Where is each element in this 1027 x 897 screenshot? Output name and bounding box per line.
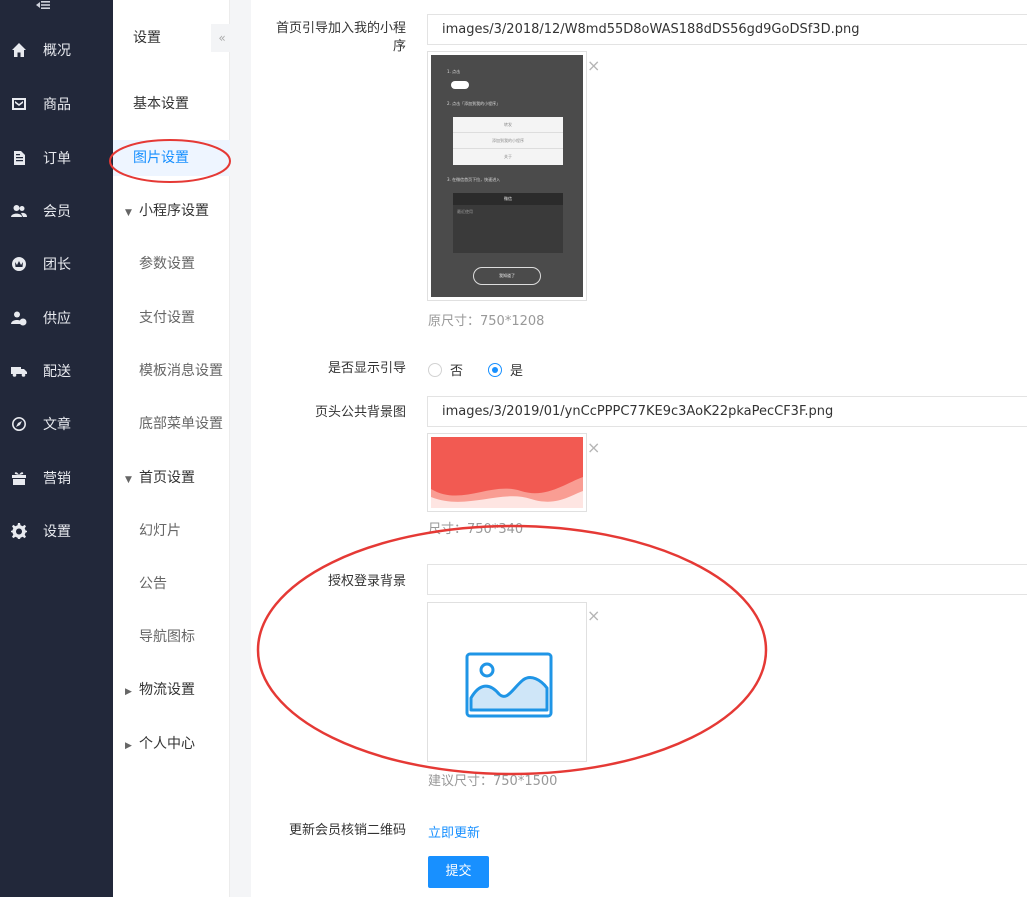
submit-button[interactable]: 提交 (428, 856, 489, 888)
guide-image-size-hint: 原尺寸：750*1208 (428, 314, 545, 329)
main-sidebar: 概况 商品 订单 会员 团长 供应 配送 文章 营销 设置 (0, 0, 113, 897)
subnav-group-miniprogram[interactable]: ▼ 小程序设置 (113, 193, 230, 229)
truck-icon (11, 363, 27, 379)
guide-step2-text: 2. 点击「添加到我的小程序」 (447, 101, 501, 106)
nav-item-label: 会员 (43, 204, 71, 220)
guide-image-preview: 1. 点击 2. 点击「添加到我的小程序」 转发 添加到我的小程序 关于 3. … (431, 55, 583, 297)
qrcode-label: 更新会员核销二维码 (288, 823, 406, 838)
header-bg-label: 页头公共背景图 (314, 405, 406, 420)
nav-item-label: 团长 (43, 257, 71, 273)
nav-item-marketing[interactable]: 营销 (0, 460, 113, 496)
subnav-header: 设置 « (113, 14, 233, 58)
members-icon (11, 203, 27, 219)
radio-no-label: 否 (450, 364, 464, 379)
nav-item-label: 设置 (43, 524, 71, 540)
order-icon (11, 150, 27, 166)
menu-toggle-icon[interactable] (36, 0, 58, 12)
caret-down-icon: ▼ (125, 208, 132, 218)
image-placeholder (431, 606, 583, 758)
guide-chat-hint: 最近使用 (457, 209, 473, 214)
nav-item-supplier[interactable]: 供应 (0, 300, 113, 336)
nav-item-settings[interactable]: 设置 (0, 513, 113, 549)
guide-step3-text: 3. 在微信首页下拉，快速进入 (447, 177, 501, 182)
guide-chat-box: 微信 最近使用 (453, 193, 563, 253)
nav-item-leader[interactable]: 团长 (0, 246, 113, 282)
nav-item-goods[interactable]: 商品 (0, 86, 113, 122)
subnav-group-profile[interactable]: ▶ 个人中心 (113, 726, 230, 762)
subnav-group-logistics[interactable]: ▶ 物流设置 (113, 672, 230, 708)
settings-subnav: 设置 « 基本设置 图片设置 ▼ 小程序设置 参数设置 支付设置 模板消息设置 底… (113, 0, 233, 897)
close-icon[interactable]: × (587, 440, 600, 456)
radio-no[interactable]: 否 (428, 360, 463, 379)
radio-yes-label: 是 (510, 364, 524, 379)
nav-item-label: 文章 (43, 417, 71, 433)
supplier-icon (11, 310, 27, 326)
guide-menu-item: 添加到我的小程序 (453, 133, 563, 149)
header-bg-path-input[interactable]: images/3/2019/01/ynCcPPPC77KE9c3AoK22pka… (427, 396, 1027, 427)
guide-image-thumbnail[interactable]: 1. 点击 2. 点击「添加到我的小程序」 转发 添加到我的小程序 关于 3. … (427, 51, 587, 301)
subnav-item-nav-icons[interactable]: 导航图标 (113, 619, 230, 655)
caret-right-icon: ▶ (125, 741, 132, 751)
subnav-group-label: 个人中心 (139, 736, 195, 752)
close-icon[interactable]: × (587, 58, 600, 74)
update-qrcode-link[interactable]: 立即更新 (428, 822, 480, 841)
header-bg-thumbnail[interactable] (427, 433, 587, 512)
caret-down-icon: ▼ (125, 475, 132, 485)
header-bg-preview (431, 437, 583, 508)
home-icon (11, 42, 27, 58)
guide-image-label: 首页引导加入我的小程序 (276, 21, 407, 54)
image-placeholder-icon (465, 652, 553, 718)
nav-item-label: 订单 (43, 151, 71, 167)
capsule-icon (451, 81, 469, 89)
nav-item-members[interactable]: 会员 (0, 193, 113, 229)
subnav-group-home[interactable]: ▼ 首页设置 (113, 460, 230, 496)
login-bg-path-input[interactable] (427, 564, 1027, 595)
gear-icon (11, 523, 27, 539)
compass-icon (11, 416, 27, 432)
nav-item-label: 商品 (43, 97, 71, 113)
subnav-item-notice[interactable]: 公告 (113, 566, 230, 602)
guide-menu-item: 转发 (453, 117, 563, 133)
content-gutter (230, 0, 251, 897)
subnav-item-images[interactable]: 图片设置 (113, 140, 230, 176)
goods-icon (11, 96, 27, 112)
subnav-item-basic[interactable]: 基本设置 (113, 86, 230, 122)
nav-item-orders[interactable]: 订单 (0, 140, 113, 176)
show-guide-label: 是否显示引导 (327, 361, 406, 376)
guide-menu-box: 转发 添加到我的小程序 关于 (453, 117, 563, 165)
subnav-group-label: 首页设置 (139, 470, 195, 486)
header-bg-size-hint: 尺寸：750*340 (428, 522, 524, 537)
nav-item-delivery[interactable]: 配送 (0, 353, 113, 389)
radio-yes[interactable]: 是 (488, 360, 523, 379)
login-bg-size-hint: 建议尺寸：750*1500 (428, 774, 558, 789)
guide-got-it-button: 我知道了 (473, 267, 541, 285)
login-bg-label: 授权登录背景 (327, 574, 406, 589)
guide-chat-title: 微信 (453, 193, 563, 205)
admin-page: 概况 商品 订单 会员 团长 供应 配送 文章 营销 设置 设置 « 基本设置 … (0, 0, 1027, 897)
subnav-item-params[interactable]: 参数设置 (113, 246, 230, 282)
leader-icon (11, 256, 27, 272)
subnav-group-label: 物流设置 (139, 682, 195, 698)
nav-item-label: 概况 (43, 43, 71, 59)
nav-item-label: 营销 (43, 471, 71, 487)
guide-menu-item: 关于 (504, 154, 512, 159)
subnav-item-payment[interactable]: 支付设置 (113, 300, 230, 336)
radio-checked-icon (488, 362, 502, 377)
radio-circle-icon (428, 362, 442, 377)
nav-item-overview[interactable]: 概况 (0, 32, 113, 68)
subnav-item-bottom-menu[interactable]: 底部菜单设置 (113, 406, 230, 442)
subnav-item-slides[interactable]: 幻灯片 (113, 513, 230, 549)
caret-right-icon: ▶ (125, 687, 132, 697)
guide-step1-text: 1. 点击 (447, 69, 461, 74)
nav-item-articles[interactable]: 文章 (0, 406, 113, 442)
login-bg-thumbnail[interactable] (427, 602, 587, 762)
subnav-item-template-msg[interactable]: 模板消息设置 (113, 353, 230, 389)
nav-item-label: 供应 (43, 311, 71, 327)
close-icon[interactable]: × (587, 608, 600, 624)
subnav-title: 设置 (133, 30, 161, 46)
subnav-group-label: 小程序设置 (139, 203, 209, 219)
nav-item-label: 配送 (43, 364, 71, 380)
gift-icon (11, 470, 27, 486)
guide-image-path-input[interactable]: images/3/2018/12/W8md55D8oWAS188dDS56gd9… (427, 14, 1027, 45)
